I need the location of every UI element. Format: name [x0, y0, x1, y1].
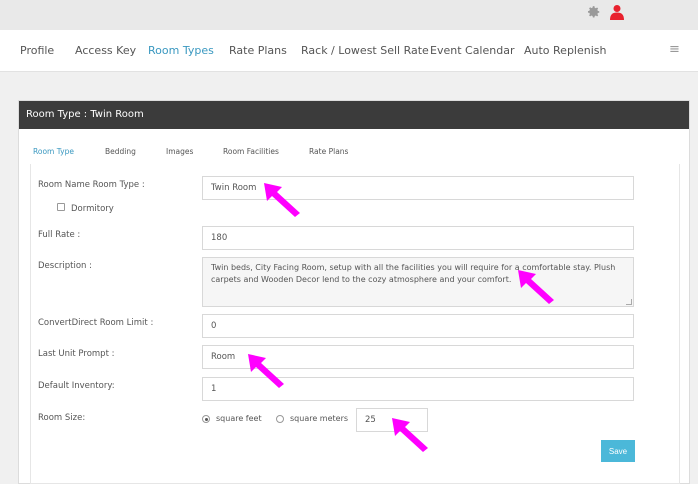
subtab-room-type[interactable]: Room Type	[33, 147, 74, 156]
annotation-arrow-icon	[248, 354, 284, 388]
subtab-bedding[interactable]: Bedding	[105, 147, 136, 156]
subtab-rate-plans[interactable]: Rate Plans	[309, 147, 348, 156]
nav-profile[interactable]: Profile	[20, 44, 54, 57]
nav-rack-lowest-sell-rate[interactable]: Rack / Lowest Sell Rate	[301, 44, 429, 57]
room-size-label: Room Size:	[38, 413, 86, 423]
nav-event-calendar[interactable]: Event Calendar	[430, 44, 514, 57]
description-textarea[interactable]: Twin beds, City Facing Room, setup with …	[202, 257, 634, 307]
default-inv-value: 1	[211, 384, 217, 394]
cd-limit-input[interactable]: 0	[202, 314, 634, 338]
dormitory-checkbox[interactable]	[57, 203, 65, 211]
square-feet-label: square feet	[216, 414, 262, 423]
subtab-images[interactable]: Images	[166, 147, 193, 156]
gear-icon[interactable]	[587, 5, 601, 19]
square-meters-label: square meters	[290, 414, 349, 423]
room-name-value: Twin Room	[211, 183, 257, 193]
panel-title: Room Type : Twin Room	[19, 101, 689, 129]
cd-limit-value: 0	[211, 321, 217, 331]
description-label: Description :	[38, 261, 92, 271]
last-unit-label: Last Unit Prompt :	[38, 349, 115, 359]
nav-access-key[interactable]: Access Key	[75, 44, 136, 57]
annotation-arrow-icon	[392, 418, 428, 452]
room-type-panel: Room Type : Twin Room Room Type Bedding …	[18, 100, 690, 484]
save-button[interactable]: Save	[601, 440, 635, 462]
annotation-arrow-icon	[518, 270, 554, 304]
room-size-value: 25	[365, 415, 376, 425]
dormitory-label: Dormitory	[71, 204, 114, 214]
user-icon[interactable]	[610, 4, 624, 20]
default-inv-label: Default Inventory:	[38, 381, 115, 391]
radio-square-meters[interactable]	[276, 415, 284, 423]
main-nav: Profile Access Key Room Types Rate Plans…	[0, 30, 698, 72]
resize-handle[interactable]	[626, 299, 632, 305]
full-rate-label: Full Rate :	[38, 230, 81, 240]
cd-limit-label: ConvertDirect Room Limit :	[38, 318, 154, 328]
room-name-label: Room Name Room Type :	[38, 180, 145, 190]
nav-auto-replenish[interactable]: Auto Replenish	[524, 44, 607, 57]
subtab-room-facilities[interactable]: Room Facilities	[223, 147, 279, 156]
menu-icon[interactable]: ≡	[669, 42, 680, 57]
full-rate-value: 180	[211, 233, 228, 243]
top-bar	[0, 0, 698, 30]
radio-square-feet[interactable]	[202, 415, 210, 423]
nav-rate-plans[interactable]: Rate Plans	[229, 44, 287, 57]
annotation-arrow-icon	[264, 183, 300, 217]
full-rate-input[interactable]: 180	[202, 226, 634, 250]
nav-room-types[interactable]: Room Types	[148, 44, 214, 57]
last-unit-value: Room	[211, 352, 236, 362]
